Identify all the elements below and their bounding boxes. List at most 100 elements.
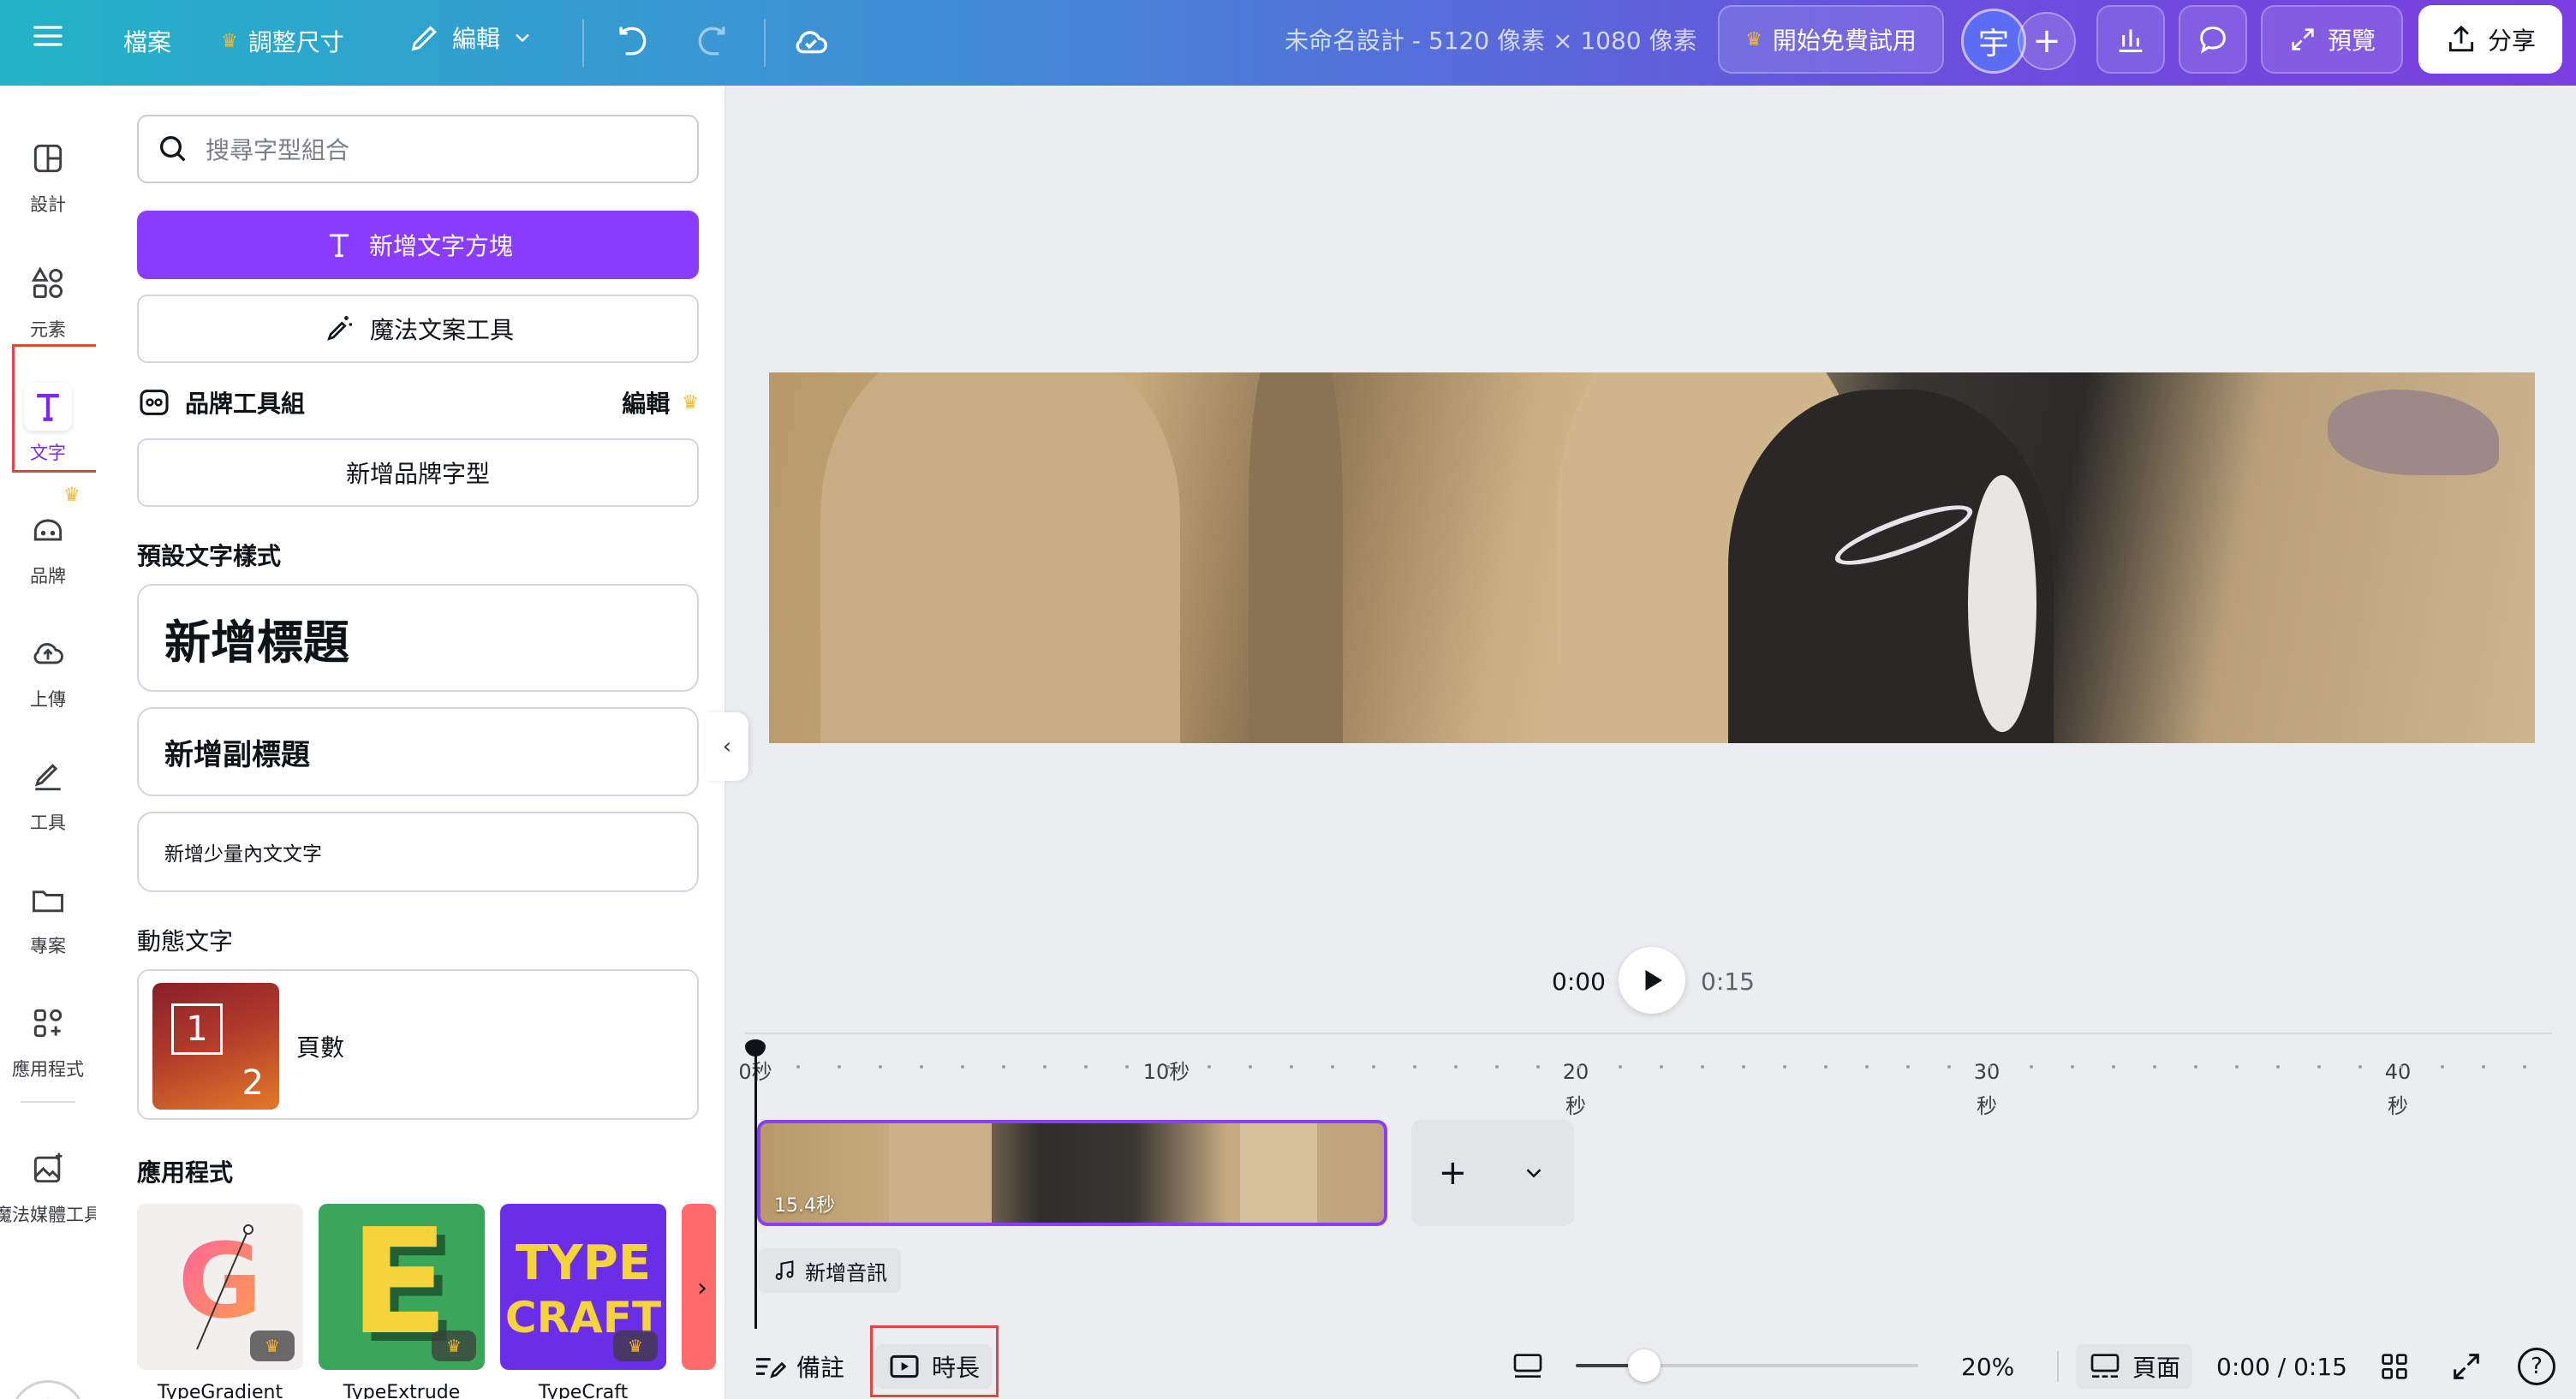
search-input[interactable]: 搜尋字型組合 — [137, 115, 699, 183]
free-trial-label: 開始免費試用 — [1772, 27, 1917, 55]
ruler-dot — [2153, 1065, 2156, 1069]
help-button[interactable]: ? — [2518, 1348, 2555, 1385]
zoom-slider[interactable] — [1576, 1364, 1918, 1367]
collapse-panel-button[interactable]: ‹ — [706, 712, 748, 781]
undo-button[interactable] — [613, 22, 651, 60]
redo-button[interactable] — [694, 22, 731, 60]
edit-menu[interactable]: 編輯 — [408, 21, 534, 55]
add-text-box-button[interactable]: 新增文字方塊 — [137, 211, 699, 279]
menu-button[interactable] — [31, 19, 65, 53]
avatar[interactable]: 宇 — [1961, 9, 2026, 74]
add-heading-card[interactable]: 新增標題 — [137, 584, 699, 692]
ruler-dot — [1002, 1065, 1005, 1069]
file-menu-label: 檔案 — [123, 28, 172, 57]
ruler-dot — [2400, 1065, 2403, 1069]
zoom-value[interactable]: 20% — [1961, 1344, 2014, 1389]
design-canvas[interactable] — [769, 372, 2535, 743]
ruler-dot — [1906, 1065, 1910, 1069]
notes-button[interactable]: 備註 — [752, 1344, 844, 1389]
ruler-dot — [1166, 1065, 1170, 1069]
ruler-dot — [1208, 1065, 1211, 1069]
ruler-dot — [796, 1065, 800, 1069]
notes-icon — [756, 1358, 786, 1378]
add-audio-label: 新增音訊 — [805, 1260, 887, 1285]
ruler-dot — [1947, 1065, 1951, 1069]
rail-item-label: 設計 — [30, 194, 66, 215]
ruler-dot — [920, 1065, 923, 1069]
rail-item-apps[interactable]: 應用程式 — [0, 985, 96, 1096]
magic-assistant-button[interactable] — [10, 1380, 86, 1399]
add-subheading-card[interactable]: 新增副標題 — [137, 707, 699, 796]
cloud-check-icon — [796, 31, 827, 54]
zoom-slider-handle[interactable] — [1628, 1349, 1661, 1382]
search-placeholder: 搜尋字型組合 — [206, 136, 350, 164]
add-collaborator-button[interactable]: + — [2018, 12, 2076, 70]
fullscreen-button[interactable] — [2449, 1344, 2484, 1389]
crown-icon: ♛ — [432, 1331, 476, 1361]
file-menu[interactable]: 檔案 — [123, 24, 171, 58]
add-body-card[interactable]: 新增少量內文文字 — [137, 812, 699, 892]
add-brand-font-button[interactable]: 新增品牌字型 — [137, 438, 699, 507]
page-number-card[interactable]: 1 2 頁數 — [137, 969, 699, 1120]
search-icon — [160, 136, 186, 162]
share-label: 分享 — [2487, 27, 2536, 55]
ruler-dot — [838, 1065, 841, 1069]
crown-icon: ♛ — [250, 1331, 295, 1361]
play-button[interactable] — [1619, 947, 1685, 1014]
grid-view-button[interactable] — [2377, 1344, 2412, 1389]
app-label: TypeCraft — [538, 1382, 629, 1399]
highlight-box — [12, 344, 110, 473]
play-icon — [1645, 970, 1662, 991]
pages-button[interactable]: 頁面 — [2076, 1344, 2193, 1389]
rail-item-brand[interactable]: 品牌 — [0, 491, 96, 603]
edit-label: 編輯 — [452, 25, 501, 53]
resize-button[interactable]: ♛ 調整尺寸 — [221, 24, 344, 58]
rail-item-magic-media[interactable]: 魔法媒體工具 — [0, 1130, 102, 1241]
tick-label: 30秒 — [1973, 1060, 2001, 1118]
ruler-dot — [2235, 1065, 2239, 1069]
crown-icon: ♛ — [613, 1331, 658, 1361]
ruler-dot — [1660, 1065, 1663, 1069]
magic-write-button[interactable]: 魔法文案工具 — [137, 295, 699, 363]
rail-item-design[interactable]: 設計 — [0, 120, 96, 231]
app-tile-typeextrude[interactable]: E E ♛ — [319, 1204, 485, 1370]
crown-icon: ♛ — [221, 30, 238, 52]
add-clip-button[interactable]: + — [1411, 1120, 1574, 1226]
add-brand-font-label: 新增品牌字型 — [345, 460, 490, 488]
brand-edit-link[interactable]: 編輯 — [622, 385, 670, 420]
rail-item-uploads[interactable]: 上傳 — [0, 615, 96, 726]
chevron-down-icon[interactable] — [1521, 1160, 1547, 1186]
app-tile-typegradient[interactable]: G ♛ — [137, 1204, 303, 1370]
ruler-dot — [1495, 1065, 1499, 1069]
chevron-right-icon[interactable]: › — [685, 1267, 719, 1308]
ruler-dot — [2276, 1065, 2280, 1069]
brand-icon — [140, 390, 169, 415]
preview-label: 預覽 — [2327, 27, 2376, 55]
pages-label: 頁面 — [2132, 1354, 2181, 1382]
share-button[interactable]: 分享 — [2418, 5, 2562, 74]
preview-button[interactable]: 預覽 — [2261, 5, 2403, 74]
add-text-box-label: 新增文字方塊 — [368, 232, 513, 260]
rail-item-elements[interactable]: 元素 — [0, 245, 96, 356]
brand-kit-label: 品牌工具組 — [185, 390, 306, 418]
divider — [764, 19, 766, 67]
insights-button[interactable] — [2096, 5, 2165, 74]
video-clip[interactable]: 15.4秒 — [757, 1120, 1387, 1226]
add-heading-label: 新增標題 — [164, 615, 349, 670]
add-body-label: 新增少量內文文字 — [164, 843, 322, 866]
ruler-dot — [1125, 1065, 1129, 1069]
free-trial-button[interactable]: ♛ 開始免費試用 — [1718, 5, 1944, 74]
page-thumbnail-toggle[interactable] — [1511, 1344, 1545, 1389]
ruler-dot — [1290, 1065, 1293, 1069]
layout-icon — [33, 144, 63, 173]
save-status-button[interactable] — [791, 22, 831, 62]
add-audio-button[interactable]: 新增音訊 — [759, 1248, 901, 1293]
thumb-number-2: 2 — [242, 1063, 264, 1103]
rail-item-projects[interactable]: 專案 — [0, 861, 96, 973]
app-tile-typecraft[interactable]: TYPE CRAFT ♛ — [500, 1204, 666, 1370]
rail-item-label: 工具 — [30, 813, 66, 833]
rail-item-tools[interactable]: 工具 — [0, 738, 96, 849]
comments-button[interactable] — [2179, 5, 2247, 74]
divider — [2057, 1351, 2059, 1382]
document-title[interactable]: 未命名設計 - 5120 像素 × 1080 像素 — [1285, 22, 1696, 57]
